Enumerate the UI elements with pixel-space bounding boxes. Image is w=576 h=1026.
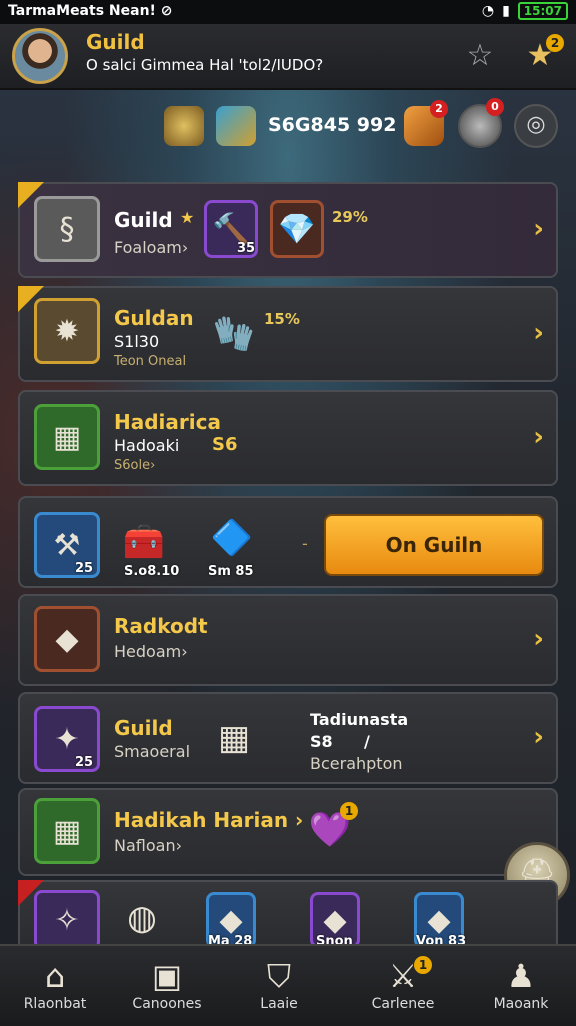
hammer-icon: 🔨 35 [204,200,258,258]
chest-badge: 2 [430,100,448,118]
nav-item-home[interactable]: ⌂ Rlaonbat [0,946,110,1026]
nav-item-maoank[interactable]: ♟ Maoank [466,946,576,1026]
crystal-icon: 💎 [270,200,324,258]
nav-label: Laaie [260,996,298,1012]
app-name: TarmaMeats Nean! ⊘ [8,3,173,19]
list-item[interactable]: ✹ Guldan S1l30 Teon Oneal 🧤 15% › [18,286,558,382]
chevron-right-icon[interactable]: › [533,318,544,348]
treasure-chest-icon: 🧰 [122,522,166,562]
tile-label: 25 [75,561,94,576]
item-strip-bottom: ✧ ◍ ◆ Ma 28 ◆ Snon ◆ Von 83 [18,880,558,950]
right-title: Tadiunasta [310,710,409,729]
gear-resource-icon [164,106,204,146]
helmet-icon: ⛉ [266,957,291,995]
right-subtitle: Bcerahpton [310,754,403,773]
row-title: Guild [114,716,173,740]
gold-bars-icon: ▦ [217,718,251,758]
gear-badge: 0 [486,98,504,116]
wifi-icon: ◔ [481,3,495,19]
signal-icon: ▮ [502,3,510,19]
page-subtitle: O salci Gimmea Hal 'tol2/IUDO? [86,56,324,74]
sun-medal-icon: ✹ [34,298,100,364]
row-title: Hadiarica [114,410,221,434]
ice-shard-icon: ✧ [34,890,100,950]
list-item[interactable]: § Guild ★ Foaloam› 🔨 35 💎 29% › [18,182,558,278]
box-icon: ▣ [151,957,183,995]
status-bar: TarmaMeats Nean! ⊘ ◔ ▮ 15:07 [0,0,576,24]
row-caption: S6ole› [114,458,156,473]
resource-bar: S6G845 992 2 0 ◎ [0,98,576,162]
chevron-right-icon[interactable]: › [533,722,544,752]
chevron-right-icon[interactable]: › [533,214,544,244]
list-item[interactable]: ▦ Hadiarica Hadoaki S6 S6ole› › [18,390,558,486]
purple-crystal-icon: ✦ 25 [34,706,100,772]
separator-dash: - [302,534,308,553]
page-title: Guild [86,30,145,54]
user-icon: ♟ [506,957,536,995]
chevron-right-icon[interactable]: › [533,422,544,452]
rune-shield-icon: 🔷 [210,518,254,558]
round-shield-icon: ◍ [127,898,157,938]
settings-gear-icon[interactable]: 0 [458,98,504,148]
swords-icon: ⚔ [388,957,418,995]
star-outline-icon[interactable]: ☆ [462,38,498,74]
list-item[interactable]: ◆ Radkodt Hedoam› › [18,594,558,686]
row-value: S6 [212,434,238,455]
nav-badge: 1 [414,956,432,974]
bottom-nav: ⌂ Rlaonbat ▣ Canoones ⛉ Laaie ⚔ 1 Carlen… [0,944,576,1026]
guild-emblem-icon: § [34,196,100,262]
item-label: Sm 85 [208,564,254,579]
list-item[interactable]: ✦ 25 Guild Smaoeral ▦ Tadiunasta S8 / Bc… [18,692,558,784]
item-label: 35 [237,241,256,256]
right-value-2: / [364,732,370,751]
row-title: Radkodt [114,614,208,638]
chevron-right-icon[interactable]: › [533,624,544,654]
row-subtitle: Hadoaki [114,436,180,455]
nav-label: Canoones [132,996,202,1012]
gem-badge: 1 [340,802,358,820]
tile-label: 25 [75,755,94,770]
nav-label: Rlaonbat [23,996,87,1012]
nav-item-laaie[interactable]: ⛉ Laaie [224,946,334,1026]
row-subtitle: Nafloan› [114,836,182,855]
avatar[interactable] [12,28,68,84]
header: Guild O salci Gimmea Hal 'tol2/IUDO? ☆ ★… [0,24,576,90]
nav-item-carlenee[interactable]: ⚔ 1 Carlenee [348,946,458,1026]
refresh-icon[interactable]: ◎ [514,104,558,148]
row-percent: 29% [332,208,368,226]
row-title: Hadikah Harian › [114,808,304,832]
house-icon: ⌂ [44,957,66,995]
row-subtitle: Foaloam› [114,238,189,257]
hammer-blue-icon: ⚒ 25 [34,512,100,578]
right-value: S8 [310,732,333,751]
row-caption: Teon Oneal [114,354,187,369]
row-title: Guldan [114,306,194,330]
resource-value: S6G845 992 [268,114,397,136]
on-guild-button[interactable]: On Guiln [324,514,544,576]
nav-label: Carlenee [371,996,435,1012]
nav-label: Maoank [493,996,549,1012]
star-icon[interactable]: ★ 2 [522,34,564,74]
row-title: Guild [114,208,173,232]
gold-bars-icon: ▦ [34,798,100,864]
star-badge: 2 [546,34,564,52]
nav-item-canoones[interactable]: ▣ Canoones [112,946,222,1026]
row-subtitle: Hedoam› [114,642,188,661]
star-mark: ★ [180,208,195,227]
item-label: S.o8.10 [124,564,180,579]
list-item[interactable]: ▦ Hadikah Harian › Nafloan› 💜 1 [18,788,558,876]
row-subtitle: Smaoeral [114,742,191,761]
chest-icon[interactable]: 2 [404,100,448,146]
crystal-pink-icon: ◆ [34,606,100,672]
gold-bars-icon: ▦ [34,404,100,470]
purple-gem-icon: 💜 1 [304,802,358,856]
gauntlet-icon: 🧤 [212,314,256,354]
row-percent: 15% [264,310,300,328]
battery-time: 15:07 [517,2,568,20]
row-subtitle: S1l30 [114,332,160,351]
shield-resource-icon [216,106,256,146]
